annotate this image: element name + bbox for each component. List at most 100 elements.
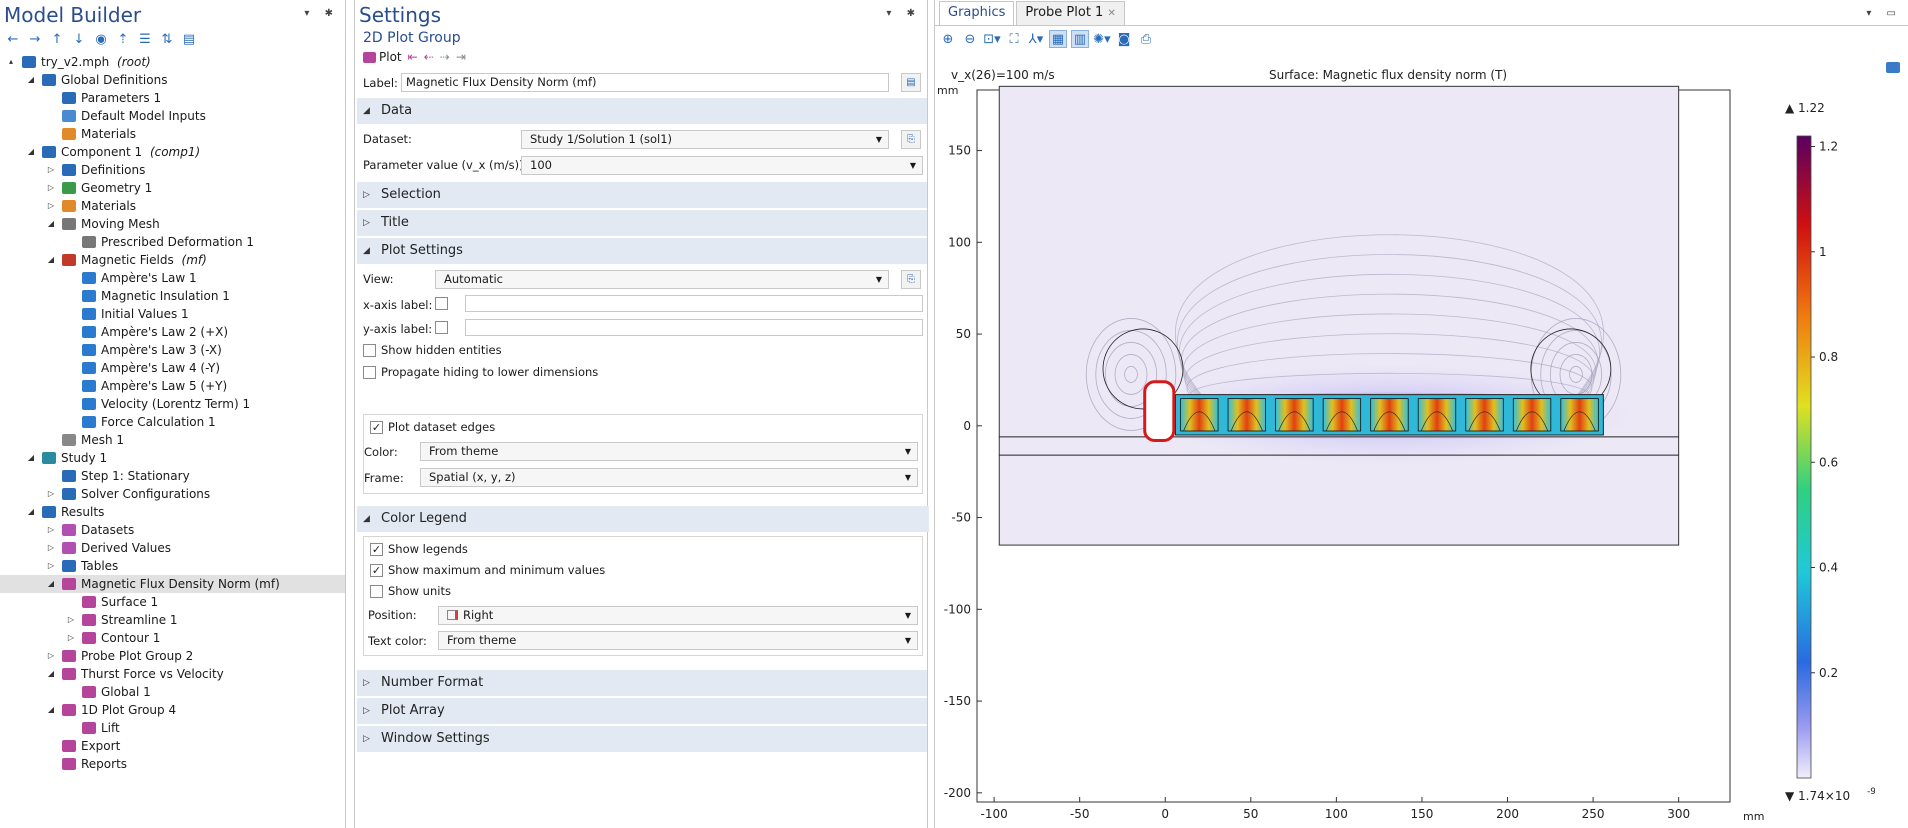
xaxis-checkbox[interactable] — [435, 297, 448, 310]
show-units-checkbox[interactable] — [370, 585, 383, 598]
tree-item[interactable]: Initial Values 1 — [0, 305, 345, 323]
expand-triangle-icon[interactable]: ▷ — [46, 557, 56, 575]
tree-item[interactable]: Export — [0, 737, 345, 755]
textcolor-select[interactable]: From theme ▼ — [438, 631, 918, 650]
expand-triangle-icon[interactable]: ▷ — [46, 161, 56, 179]
previous-icon[interactable]: ⇠ — [424, 50, 434, 64]
collapse-triangle-icon[interactable]: ◢ — [26, 503, 36, 521]
section-plot-settings[interactable]: ◢ Plot Settings — [357, 238, 927, 264]
collapse-triangle-icon[interactable]: ◢ — [46, 701, 56, 719]
view-options-icon[interactable]: ▤ — [180, 30, 198, 48]
print-icon[interactable]: ⎙ — [1137, 30, 1155, 48]
collapse-triangle-icon[interactable]: ◢ — [26, 449, 36, 467]
tree-item[interactable]: ▷ Geometry 1 — [0, 179, 345, 197]
plot-edges-checkbox[interactable]: ✓ — [370, 421, 383, 434]
section-window-settings[interactable]: ▷ Window Settings — [357, 726, 927, 752]
show-icon[interactable]: ◉ — [92, 30, 110, 48]
view-goto-button[interactable]: ⎘ — [901, 270, 921, 289]
dataset-select[interactable]: Study 1/Solution 1 (sol1) ▼ — [521, 130, 889, 149]
tree-item[interactable]: ▷ Tables — [0, 557, 345, 575]
flux-density-plot[interactable]: v_x(26)=100 m/s Surface: Magnetic flux d… — [935, 52, 1875, 822]
yaxis-input[interactable] — [465, 319, 923, 336]
tree-item[interactable]: Ampère's Law 1 — [0, 269, 345, 287]
show-legends-checkbox[interactable]: ✓ — [370, 543, 383, 556]
tree-item[interactable]: ▷ Materials — [0, 197, 345, 215]
tree-item[interactable]: ▷ Solver Configurations — [0, 485, 345, 503]
sort-icon[interactable]: ⇅ — [158, 30, 176, 48]
tree-item[interactable]: ◢ Magnetic Flux Density Norm (mf) — [0, 575, 345, 593]
section-title[interactable]: ▷ Title — [357, 210, 927, 236]
tree-item[interactable]: ▷ Probe Plot Group 2 — [0, 647, 345, 665]
tree-item[interactable]: Step 1: Stationary — [0, 467, 345, 485]
collapse-triangle-icon[interactable]: ◢ — [46, 575, 56, 593]
expand-triangle-icon[interactable]: ▷ — [46, 179, 56, 197]
tree-item[interactable]: ▷ Derived Values — [0, 539, 345, 557]
position-select[interactable]: Right ▼ — [438, 606, 918, 625]
collapse-triangle-icon[interactable]: ◢ — [26, 71, 36, 89]
tree-item[interactable]: Lift — [0, 719, 345, 737]
tree-item[interactable]: Ampère's Law 4 (-Y) — [0, 359, 345, 377]
tree-item[interactable]: Ampère's Law 2 (+X) — [0, 323, 345, 341]
collapse-triangle-icon[interactable]: ◢ — [46, 215, 56, 233]
tree-item[interactable]: ▴ try_v2.mph (root) — [0, 53, 345, 71]
tab-graphics[interactable]: Graphics — [939, 1, 1015, 25]
zoom-in-icon[interactable]: ⊕ — [939, 30, 957, 48]
pane-controls[interactable]: ▾ ✱ — [886, 8, 921, 19]
plot-button[interactable]: Plot — [363, 50, 402, 64]
move-down-icon[interactable]: ↓ — [70, 30, 88, 48]
zoom-extents-icon[interactable]: ⛶ — [1005, 30, 1023, 48]
tree-item[interactable]: ▷ Definitions — [0, 161, 345, 179]
zoom-box-icon[interactable]: ⊡▾ — [983, 30, 1001, 48]
expand-triangle-icon[interactable]: ▷ — [66, 629, 76, 647]
forward-arrow-icon[interactable]: → — [26, 30, 44, 48]
legend-toggle-icon[interactable]: ▥ — [1071, 30, 1089, 48]
section-plot-array[interactable]: ▷ Plot Array — [357, 698, 927, 724]
tab-probe-plot[interactable]: Probe Plot 1 ✕ — [1016, 1, 1125, 25]
tree-item[interactable]: ◢ Study 1 — [0, 449, 345, 467]
expand-triangle-icon[interactable]: ▷ — [46, 485, 56, 503]
tree-item[interactable]: Materials — [0, 125, 345, 143]
expand-triangle-icon[interactable]: ▷ — [46, 521, 56, 539]
tree-item[interactable]: ◢ Global Definitions — [0, 71, 345, 89]
tree-item[interactable]: Parameters 1 — [0, 89, 345, 107]
xaxis-input[interactable] — [465, 295, 923, 312]
label-input[interactable]: Magnetic Flux Density Norm (mf) — [401, 73, 889, 92]
close-icon[interactable]: ✕ — [1107, 8, 1115, 19]
collapse-triangle-icon[interactable]: ◢ — [46, 665, 56, 683]
show-maxmin-checkbox[interactable]: ✓ — [370, 564, 383, 577]
tree-item[interactable]: Reports — [0, 755, 345, 773]
tree-item[interactable]: ◢ 1D Plot Group 4 — [0, 701, 345, 719]
tree-item[interactable]: ▷ Streamline 1 — [0, 611, 345, 629]
expand-triangle-icon[interactable]: ▷ — [66, 611, 76, 629]
show-hidden-checkbox[interactable] — [363, 344, 376, 357]
section-number-format[interactable]: ▷ Number Format — [357, 670, 927, 696]
camera-icon[interactable]: ◙ — [1115, 30, 1133, 48]
section-selection[interactable]: ▷ Selection — [357, 182, 927, 208]
collapse-triangle-icon[interactable]: ◢ — [46, 251, 56, 269]
section-data[interactable]: ◢ Data — [357, 98, 927, 124]
param-select[interactable]: 100 ▼ — [521, 156, 923, 175]
collapse-triangle-icon[interactable]: ▴ — [6, 53, 16, 71]
tree-item[interactable]: Magnetic Insulation 1 — [0, 287, 345, 305]
tree-item[interactable]: Default Model Inputs — [0, 107, 345, 125]
tree-item[interactable]: Mesh 1 — [0, 431, 345, 449]
tree-item[interactable]: Force Calculation 1 — [0, 413, 345, 431]
pane-controls[interactable]: ▾ ✱ — [304, 8, 339, 19]
tree-item[interactable]: Surface 1 — [0, 593, 345, 611]
tree-item[interactable]: ◢ Component 1 (comp1) — [0, 143, 345, 161]
expand-triangle-icon[interactable]: ▷ — [46, 539, 56, 557]
tree-item[interactable]: Ampère's Law 5 (+Y) — [0, 377, 345, 395]
label-options-button[interactable]: ▤ — [901, 73, 921, 92]
expand-triangle-icon[interactable]: ▷ — [46, 197, 56, 215]
propagate-checkbox[interactable] — [363, 366, 376, 379]
tree-item[interactable]: Prescribed Deformation 1 — [0, 233, 345, 251]
graphics-side-button[interactable] — [1886, 62, 1900, 73]
next-icon[interactable]: ⇢ — [440, 50, 450, 64]
tree-item[interactable]: Global 1 — [0, 683, 345, 701]
collapse-triangle-icon[interactable]: ◢ — [26, 143, 36, 161]
collapse-icon[interactable]: ⇡ — [114, 30, 132, 48]
pane-controls[interactable]: ▾ ▭ — [1866, 8, 1902, 19]
expand-triangle-icon[interactable]: ▷ — [46, 647, 56, 665]
zoom-out-icon[interactable]: ⊖ — [961, 30, 979, 48]
tree-options-icon[interactable]: ☰ — [136, 30, 154, 48]
